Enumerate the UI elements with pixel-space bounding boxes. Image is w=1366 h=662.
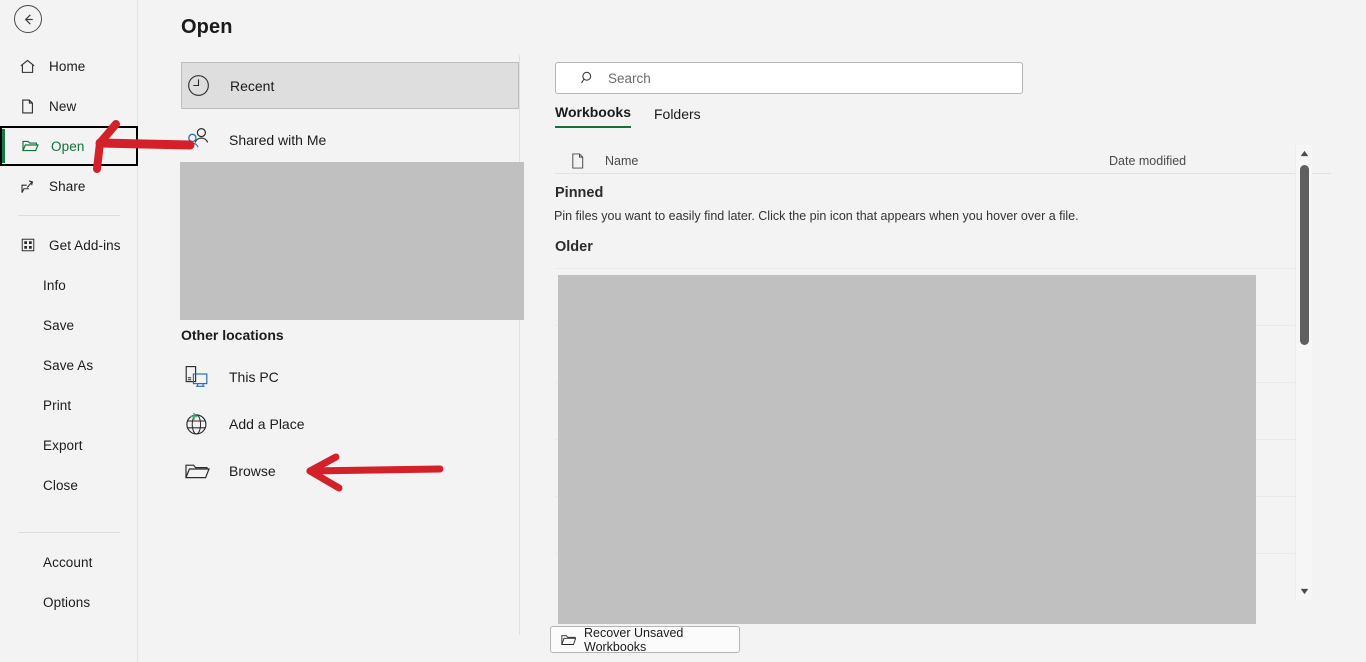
people-icon: [181, 125, 213, 155]
section-heading-older: Older: [555, 239, 593, 255]
place-item-label: Recent: [230, 77, 275, 94]
sidebar-item-label: Export: [43, 437, 83, 453]
sidebar-item-label: Account: [43, 554, 93, 570]
place-item-browse[interactable]: Browse: [181, 447, 519, 494]
sidebar-item-share[interactable]: Share: [0, 166, 138, 206]
sidebar-item-save-as[interactable]: Save As: [0, 345, 138, 385]
file-list-scrollbar[interactable]: [1295, 145, 1312, 600]
place-item-label: Shared with Me: [229, 131, 327, 148]
place-item-shared-with-me[interactable]: Shared with Me: [181, 116, 519, 163]
sidebar-item-save[interactable]: Save: [0, 305, 138, 345]
section-heading-pinned: Pinned: [555, 185, 604, 201]
sidebar-item-label: Save As: [43, 357, 94, 373]
back-button[interactable]: [14, 5, 42, 33]
sidebar-item-close[interactable]: Close: [0, 465, 138, 505]
addins-grid-icon: [18, 236, 37, 255]
other-locations-heading: Other locations: [181, 327, 284, 343]
sidebar-item-get-add-ins[interactable]: Get Add-ins: [0, 225, 138, 265]
globe-plus-icon: [181, 409, 213, 439]
share-icon: [18, 177, 37, 196]
sidebar-item-label: Get Add-ins: [49, 237, 121, 253]
sidebar-item-label: Open: [51, 138, 85, 154]
recover-button-label: Recover Unsaved Workbooks: [584, 625, 684, 654]
search-placeholder: Search: [608, 70, 651, 86]
sidebar-item-label: New: [49, 98, 77, 114]
sidebar-item-label: Print: [43, 397, 72, 413]
search-icon: [580, 70, 596, 86]
tab-folders[interactable]: Folders: [654, 106, 701, 128]
new-file-icon: [18, 97, 37, 116]
redacted-region-file-list: [558, 275, 1256, 624]
open-folder-icon: [20, 137, 39, 156]
sidebar-item-label: Close: [43, 477, 79, 493]
sidebar-item-open[interactable]: Open: [0, 126, 138, 166]
sidebar-item-info[interactable]: Info: [0, 265, 138, 305]
folder-icon: [181, 456, 213, 486]
scroll-down-arrow-icon[interactable]: [1296, 583, 1313, 600]
this-pc-icon: [181, 362, 213, 392]
redacted-region-places: [180, 162, 524, 320]
clock-icon: [182, 71, 214, 101]
scroll-up-arrow-icon[interactable]: [1296, 145, 1313, 162]
sidebar-item-options[interactable]: Options: [0, 582, 138, 622]
sidebar-item-label: Home: [49, 58, 86, 74]
column-header-date-modified[interactable]: Date modified: [1109, 154, 1186, 168]
place-item-label: This PC: [229, 368, 279, 385]
tab-workbooks[interactable]: Workbooks: [555, 104, 631, 128]
pinned-description: Pin files you want to easily find later.…: [554, 209, 1079, 223]
sidebar-nav-list: Home New Open Share Get Add-ins Info Sav…: [0, 46, 138, 622]
sidebar-item-new[interactable]: New: [0, 86, 138, 126]
backstage-sidebar: Home New Open Share Get Add-ins Info Sav…: [0, 0, 138, 662]
sidebar-item-export[interactable]: Export: [0, 425, 138, 465]
place-item-this-pc[interactable]: This PC: [181, 353, 519, 400]
document-icon: [571, 152, 587, 169]
file-type-tabs: Workbooks Folders: [555, 104, 724, 128]
page-title: Open: [181, 16, 233, 38]
search-input[interactable]: Search: [555, 62, 1023, 94]
sidebar-item-label: Options: [43, 594, 91, 610]
recover-unsaved-workbooks-button[interactable]: Recover Unsaved Workbooks: [550, 625, 740, 654]
sidebar-item-label: Info: [43, 277, 66, 293]
sidebar-item-label: Save: [43, 317, 75, 333]
backstage-open-screen: Home New Open Share Get Add-ins Info Sav…: [0, 0, 1366, 662]
sidebar-item-account[interactable]: Account: [0, 542, 138, 582]
column-header-name[interactable]: Name: [605, 154, 638, 168]
back-arrow-icon: [24, 13, 33, 25]
place-item-recent[interactable]: Recent: [181, 62, 519, 109]
home-icon: [18, 57, 37, 76]
sidebar-divider-2: [18, 532, 120, 533]
sidebar-item-label: Share: [49, 178, 86, 194]
place-item-label: Add a Place: [229, 415, 305, 432]
place-item-add-a-place[interactable]: Add a Place: [181, 400, 519, 447]
places-panel: Open Recent Shared with Me Other locatio…: [138, 0, 524, 662]
scrollbar-thumb[interactable]: [1300, 165, 1309, 345]
sidebar-item-print[interactable]: Print: [0, 385, 138, 425]
place-item-label: Browse: [229, 462, 276, 479]
sidebar-item-home[interactable]: Home: [0, 46, 138, 86]
file-browser-panel: Search Workbooks Folders Name Date modif…: [520, 0, 1366, 662]
open-folder-icon: [561, 633, 576, 647]
column-header-row: Name Date modified: [555, 148, 1331, 174]
sidebar-divider-1: [18, 215, 120, 216]
